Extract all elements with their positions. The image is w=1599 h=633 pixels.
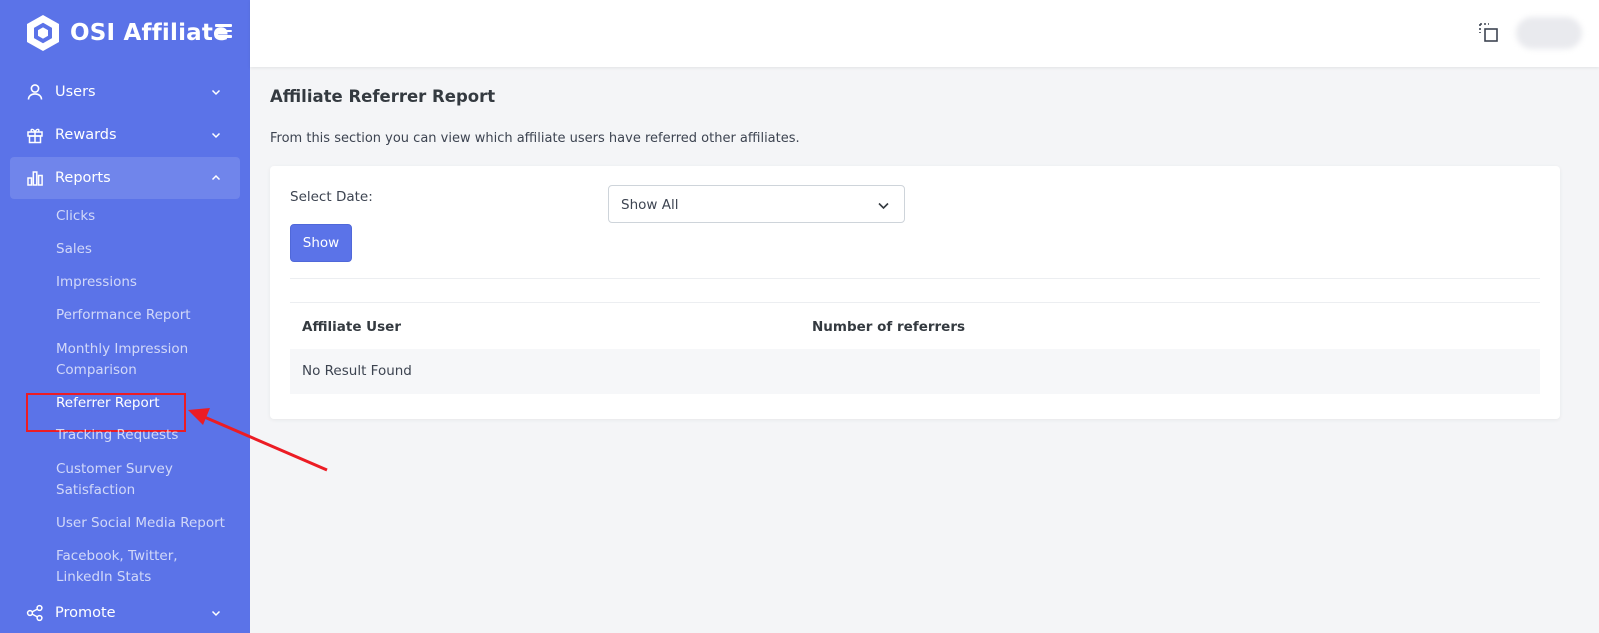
date-select-value: Show All — [621, 197, 679, 213]
sidebar-item-tracking-requests[interactable]: Tracking Requests — [56, 425, 236, 446]
nav-label-promote: Promote — [55, 605, 116, 621]
brand-name: OSI Affiliate — [70, 20, 229, 46]
fullscreen-icon[interactable] — [1478, 22, 1499, 43]
referrer-table: Affiliate User Number of referrers No Re… — [290, 302, 1540, 394]
nav-label-reports: Reports — [55, 170, 111, 186]
sidebar-item-monthly-impression-comparison[interactable]: Monthly Impression Comparison — [56, 339, 206, 381]
column-header-affiliate-user: Affiliate User — [302, 319, 401, 335]
nav-item-reports[interactable]: Reports — [10, 157, 240, 199]
select-date-label: Select Date: — [290, 189, 373, 205]
sidebar-item-customer-survey-satisfaction[interactable]: Customer Survey Satisfaction — [56, 459, 186, 501]
hexagon-logo-icon — [27, 15, 59, 51]
table-row: No Result Found — [290, 349, 1540, 394]
user-profile-avatar[interactable] — [1516, 17, 1582, 49]
chevron-down-icon — [211, 610, 221, 617]
chevron-up-icon — [211, 174, 221, 181]
brand[interactable]: OSI Affiliate — [24, 14, 229, 52]
sidebar-item-user-social-media-report[interactable]: User Social Media Report — [56, 513, 241, 534]
report-card: Select Date: Show All Show Affiliate Use… — [270, 166, 1560, 419]
page-description: From this section you can view which aff… — [270, 131, 800, 146]
nav-label-users: Users — [55, 84, 96, 100]
page-title: Affiliate Referrer Report — [270, 87, 496, 106]
sidebar: OSI Affiliate Users Rewards Reports Clic… — [0, 0, 250, 633]
sidebar-item-facebook-twitter-linkedin-stats[interactable]: Facebook, Twitter, LinkedIn Stats — [56, 546, 196, 588]
top-bar — [250, 0, 1599, 67]
nav-item-users[interactable]: Users — [10, 71, 240, 113]
divider — [290, 278, 1540, 279]
sidebar-item-impressions[interactable]: Impressions — [56, 272, 236, 293]
chevron-down-icon — [211, 132, 221, 139]
empty-message: No Result Found — [302, 363, 412, 379]
date-select[interactable]: Show All — [608, 185, 905, 223]
nav-item-promote[interactable]: Promote — [10, 592, 240, 633]
share-icon — [26, 604, 43, 622]
nav-item-rewards[interactable]: Rewards — [10, 114, 240, 156]
sidebar-item-sales[interactable]: Sales — [56, 239, 236, 260]
nav-label-rewards: Rewards — [55, 127, 117, 143]
show-button[interactable]: Show — [290, 224, 352, 262]
chevron-down-icon — [211, 89, 221, 96]
gift-icon — [27, 128, 43, 144]
user-icon — [27, 84, 43, 100]
column-header-number-of-referrers: Number of referrers — [812, 319, 966, 335]
chevron-down-icon — [878, 202, 889, 210]
bar-chart-icon — [27, 171, 43, 186]
sidebar-item-referrer-report[interactable]: Referrer Report — [56, 393, 236, 414]
hamburger-icon[interactable] — [215, 24, 232, 38]
table-header: Affiliate User Number of referrers — [290, 302, 1540, 349]
sidebar-item-clicks[interactable]: Clicks — [56, 206, 236, 227]
sidebar-item-performance-report[interactable]: Performance Report — [56, 305, 236, 326]
